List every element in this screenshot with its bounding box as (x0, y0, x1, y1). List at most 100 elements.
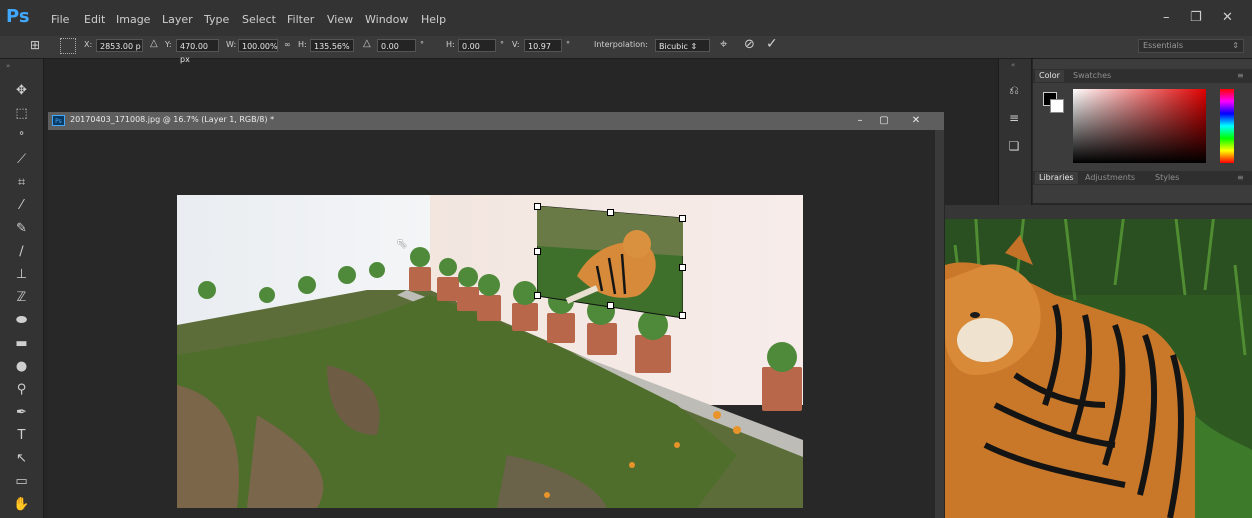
tool-preset-icon[interactable]: ⊞ (30, 38, 40, 52)
menu-edit[interactable]: Edit (84, 13, 105, 26)
tab-styles[interactable]: Styles (1151, 172, 1183, 184)
history-panel-icon[interactable]: ⎌ (1003, 79, 1025, 101)
menu-filter[interactable]: Filter (287, 13, 314, 26)
move-tool-icon[interactable]: ✥ (0, 80, 43, 102)
libraries-panel-tabs: Libraries Adjustments Styles ≡ (1033, 171, 1252, 185)
eraser-tool-icon[interactable]: ⬬ (0, 310, 43, 332)
transform-handle[interactable] (534, 248, 541, 255)
pen-tool-icon[interactable]: ✒ (0, 402, 43, 424)
tab-swatches[interactable]: Swatches (1069, 70, 1115, 82)
transform-handle[interactable] (679, 215, 686, 222)
transform-handle[interactable] (679, 264, 686, 271)
dodge-tool-icon[interactable]: ⚲ (0, 379, 43, 401)
transform-handle[interactable] (534, 292, 541, 299)
doc-close-button[interactable]: ✕ (904, 114, 928, 128)
transform-handle[interactable] (607, 209, 614, 216)
panel-menu-icon[interactable]: ≡ (1233, 172, 1248, 184)
gradient-tool-icon[interactable]: ▬ (0, 333, 43, 355)
quick-select-tool-icon[interactable]: ⟋ (0, 149, 43, 171)
rectangle-tool-icon[interactable]: ▭ (0, 471, 43, 493)
menu-view[interactable]: View (327, 13, 353, 26)
workspace-select[interactable]: Essentials ⇕ (1138, 39, 1244, 53)
h-skew-field[interactable]: 0.00 (458, 39, 496, 52)
angle-degree: ° (420, 40, 424, 49)
panel-menu-icon[interactable]: ≡ (1233, 70, 1248, 82)
width-field[interactable]: 100.00% (238, 39, 278, 52)
angle-field[interactable]: 0.00 (377, 39, 416, 52)
garden-photo[interactable] (177, 195, 803, 508)
relative-position-icon[interactable]: △ (150, 38, 158, 49)
ps-document-icon: Ps (52, 115, 65, 126)
mouse-cursor-icon: ⇖ (396, 236, 408, 252)
color-spectrum-field[interactable] (1073, 89, 1206, 163)
properties-panel-icon[interactable]: ≡ (1003, 107, 1025, 129)
options-bar: ⊞ X: 2853.00 p △ Y: 470.00 px W: 100.00%… (0, 36, 1252, 64)
hand-tool-icon[interactable]: ✋ (0, 494, 43, 516)
cancel-icon[interactable]: ⊘ (744, 37, 755, 52)
menu-bar: Ps File Edit Image Layer Type Select Fil… (0, 0, 1252, 36)
chevron-down-icon: ⇕ (690, 42, 698, 51)
doc-maximize-button[interactable]: ▢ (872, 114, 896, 128)
vertical-scrollbar[interactable] (935, 130, 944, 518)
layers-panel-icon[interactable]: ❏ (1003, 135, 1025, 157)
clone-stamp-tool-icon[interactable]: ⊥ (0, 264, 43, 286)
hue-slider[interactable] (1220, 89, 1234, 163)
blur-tool-icon[interactable]: ● (0, 356, 43, 378)
reference-point-icon[interactable] (60, 38, 76, 54)
warp-icon[interactable]: ⌖ (720, 37, 727, 52)
workspace-value: Essentials (1143, 41, 1184, 50)
transform-handle[interactable] (534, 203, 541, 210)
document-title: 20170403_171008.jpg @ 16.7% (Layer 1, RG… (70, 115, 275, 124)
menu-help[interactable]: Help (421, 13, 446, 26)
interpolation-value: Bicubic (659, 42, 688, 51)
healing-tool-icon[interactable]: ✎ (0, 218, 43, 240)
check-icon[interactable]: ✓ (766, 36, 778, 52)
transform-handle[interactable] (679, 312, 686, 319)
tab-adjustments[interactable]: Adjustments (1081, 172, 1139, 184)
restore-button[interactable]: ❐ (1190, 10, 1202, 25)
v-skew-label: V: (512, 40, 520, 49)
tab-color[interactable]: Color (1035, 70, 1064, 82)
interpolation-select[interactable]: Bicubic ⇕ (655, 39, 710, 52)
tiger-illustration (945, 205, 1252, 518)
link-icon[interactable]: ∞ (284, 40, 291, 49)
history-brush-tool-icon[interactable]: ℤ (0, 287, 43, 309)
menu-image[interactable]: Image (116, 13, 150, 26)
expand-icon[interactable]: « (1011, 61, 1015, 69)
doc-minimize-button[interactable]: – (848, 114, 872, 128)
tools-panel: » ✥ ⬚ ᐤ ⟋ ⌗ ⁄ ✎ ∕ ⊥ ℤ ⬬ ▬ ● ⚲ ✒ T ↖ ▭ ✋ … (0, 59, 44, 518)
chevron-down-icon: ⇕ (1232, 41, 1239, 50)
tab-libraries[interactable]: Libraries (1035, 172, 1078, 184)
v-skew-field[interactable]: 10.97 (524, 39, 562, 52)
tiger-source-image[interactable] (945, 205, 1252, 518)
menu-window[interactable]: Window (365, 13, 408, 26)
marquee-tool-icon[interactable]: ⬚ (0, 103, 43, 125)
y-field[interactable]: 470.00 px (176, 39, 219, 64)
minimize-button[interactable]: – (1163, 10, 1170, 25)
h-skew-label: H: (446, 40, 455, 49)
eyedropper-tool-icon[interactable]: ⁄ (0, 195, 43, 217)
close-button[interactable]: ✕ (1222, 10, 1233, 25)
x-label: X: (84, 40, 93, 49)
lasso-tool-icon[interactable]: ᐤ (0, 126, 43, 148)
background-color-swatch[interactable] (1050, 99, 1064, 113)
document-titlebar[interactable]: Ps 20170403_171008.jpg @ 16.7% (Layer 1,… (48, 112, 944, 130)
collapse-icon[interactable]: » (6, 62, 10, 70)
placed-tiger-layer[interactable] (534, 203, 686, 319)
w-label: W: (226, 40, 237, 49)
angle-icon: △ (363, 38, 371, 49)
menu-file[interactable]: File (51, 13, 69, 26)
menu-type[interactable]: Type (204, 13, 229, 26)
crop-tool-icon[interactable]: ⌗ (0, 172, 43, 194)
zoom-tool-icon[interactable]: ⚲ (0, 514, 43, 518)
path-select-tool-icon[interactable]: ↖ (0, 448, 43, 470)
libraries-panel: Libraries Adjustments Styles ≡ (1033, 169, 1252, 203)
menu-select[interactable]: Select (242, 13, 276, 26)
tiger-window-titlebar[interactable] (945, 205, 1252, 219)
height-field[interactable]: 135.56% (310, 39, 354, 52)
menu-layer[interactable]: Layer (162, 13, 193, 26)
type-tool-icon[interactable]: T (0, 425, 43, 447)
transform-handle[interactable] (607, 302, 614, 309)
brush-tool-icon[interactable]: ∕ (0, 241, 43, 263)
x-field[interactable]: 2853.00 p (96, 39, 143, 52)
